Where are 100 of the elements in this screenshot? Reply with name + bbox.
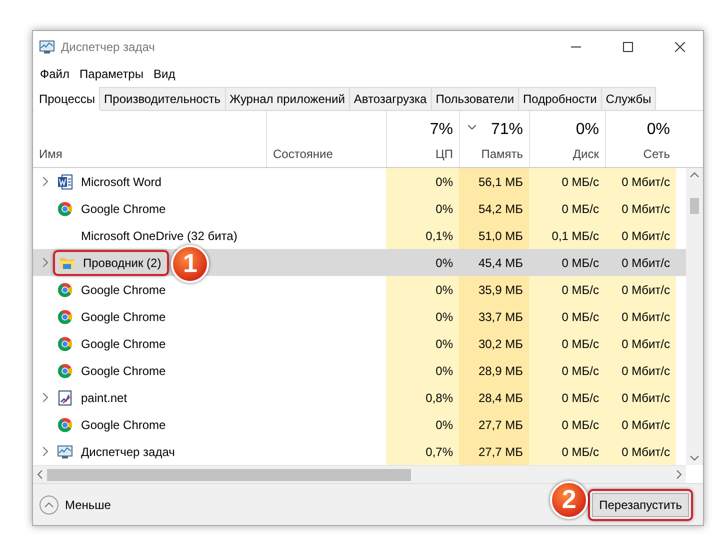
process-row[interactable]: paint.net 0,8% 28,4 МБ 0 МБ/с 0 Мбит/с	[33, 384, 686, 411]
network-cell: 0 Мбит/с	[605, 303, 676, 330]
network-cell-text: 0 Мбит/с	[620, 254, 671, 272]
tab[interactable]: Автозагрузка	[348, 87, 432, 110]
cpu-cell-text: 0%	[434, 254, 454, 272]
process-name: Microsoft Word	[81, 174, 162, 188]
column-label: Имя	[39, 147, 62, 161]
expand-chevron-icon[interactable]	[42, 447, 48, 456]
process-name: Google Chrome	[81, 364, 166, 378]
browser-icon	[57, 308, 73, 324]
network-cell: 0 Мбит/с	[605, 222, 676, 249]
monitor-icon	[39, 39, 55, 55]
column-header[interactable]: 71% Память	[459, 111, 529, 167]
cpu-cell: 0%	[386, 357, 459, 384]
network-cell: 0 Мбит/с	[605, 168, 676, 195]
process-name: paint.net	[81, 390, 128, 404]
network-cell: 0 Мбит/с	[605, 195, 676, 222]
column-summary: 0%	[576, 121, 599, 139]
browser-icon	[57, 200, 73, 216]
network-cell: 0 Мбит/с	[605, 411, 676, 438]
tab[interactable]: Производительность	[99, 87, 226, 110]
window-title: Диспетчер задач	[61, 40, 156, 54]
scroll-right-icon[interactable]	[676, 470, 682, 479]
disk-cell: 0,1 МБ/с	[529, 222, 605, 249]
disk-cell: 0 МБ/с	[529, 438, 605, 465]
scroll-down-icon[interactable]	[690, 455, 699, 461]
disk-cell: 0 МБ/с	[529, 357, 605, 384]
memory-cell: 28,4 МБ	[459, 384, 529, 411]
disk-cell: 0 МБ/с	[529, 384, 605, 411]
menu-item[interactable]: Файл	[35, 67, 75, 81]
horizontal-scrollbar[interactable]	[33, 465, 686, 483]
cpu-cell: 0%	[386, 276, 459, 303]
tab[interactable]: Подробности	[518, 87, 602, 110]
scroll-up-icon[interactable]	[690, 172, 699, 178]
process-row[interactable]: Google Chrome 0% 28,9 МБ 0 МБ/с 0 Мбит/с	[33, 357, 686, 384]
browser-icon	[57, 362, 73, 378]
expand-chevron-icon[interactable]	[42, 393, 48, 402]
column-summary: 0%	[646, 121, 670, 139]
column-summary: 71%	[490, 121, 523, 139]
memory-cell: 35,9 МБ	[459, 276, 529, 303]
column-summary: 7%	[430, 121, 453, 139]
memory-cell: 27,7 МБ	[459, 411, 529, 438]
cpu-cell: 0,1%	[386, 222, 459, 249]
network-cell: 0 Мбит/с	[605, 357, 676, 384]
column-header[interactable]: Состояние	[266, 111, 386, 167]
monitor-icon	[57, 444, 73, 460]
network-cell: 0 Мбит/с	[605, 384, 676, 411]
memory-cell: 30,2 МБ	[459, 330, 529, 357]
cpu-cell: 0,8%	[386, 384, 459, 411]
browser-icon	[57, 282, 73, 298]
fewer-details-button[interactable]: Меньше	[39, 494, 111, 514]
process-name: Google Chrome	[81, 418, 166, 432]
process-name: Диспетчер задач	[81, 444, 175, 458]
cpu-cell: 0%	[386, 330, 459, 357]
process-name: Microsoft OneDrive (32 бита)	[81, 228, 238, 242]
memory-cell: 56,1 МБ	[459, 168, 529, 195]
tab[interactable]: Пользователи	[430, 87, 520, 110]
menu-item[interactable]: Параметры	[74, 67, 148, 81]
process-name: Google Chrome	[81, 282, 166, 296]
process-row[interactable]: Google Chrome 0% 27,7 МБ 0 МБ/с 0 Мбит/с	[33, 411, 686, 438]
process-row[interactable]: Диспетчер задач 0,7% 27,7 МБ 0 МБ/с 0 Мбит/с	[33, 438, 686, 465]
scroll-thumb[interactable]	[690, 198, 699, 214]
memory-cell: 54,2 МБ	[459, 195, 529, 222]
expand-chevron-icon[interactable]	[42, 258, 48, 267]
close-icon	[675, 42, 685, 52]
tab[interactable]: Журнал приложений	[224, 87, 350, 110]
process-row[interactable]: Google Chrome 0% 30,2 МБ 0 МБ/с 0 Мбит/с	[33, 330, 686, 357]
browser-icon	[57, 336, 73, 352]
memory-cell: 33,7 МБ	[459, 303, 529, 330]
column-header[interactable]: Имя	[33, 111, 266, 167]
disk-cell: 0 МБ/с	[529, 276, 605, 303]
process-row[interactable]: Google Chrome 0% 54,2 МБ 0 МБ/с 0 Мбит/с	[33, 195, 686, 222]
scroll-left-icon[interactable]	[37, 470, 43, 479]
network-cell: 0 Мбит/с	[605, 438, 676, 465]
expand-chevron-icon[interactable]	[42, 177, 48, 186]
column-label: Состояние	[273, 147, 333, 161]
process-name: Google Chrome	[81, 336, 166, 350]
cpu-cell: 0,7%	[386, 438, 459, 465]
process-row[interactable]: Microsoft Word 0% 56,1 МБ 0 МБ/с 0 Мбит/с	[33, 168, 686, 195]
column-header[interactable]: 0% Диск	[529, 111, 605, 167]
scroll-thumb[interactable]	[47, 468, 411, 480]
network-cell: 0 Мбит/с	[605, 276, 676, 303]
cpu-cell: 0%	[386, 303, 459, 330]
process-row[interactable]: Google Chrome 0% 33,7 МБ 0 МБ/с 0 Мбит/с	[33, 303, 686, 330]
column-label: ЦП	[435, 147, 453, 161]
callout-badge: 2	[550, 480, 588, 518]
disk-cell: 0 МБ/с	[529, 168, 605, 195]
process-name: Google Chrome	[81, 310, 166, 324]
column-header[interactable]: 7% ЦП	[386, 111, 459, 167]
column-label: Память	[481, 147, 523, 161]
process-name: Проводник (2)	[83, 256, 162, 270]
column-label: Сеть	[643, 147, 670, 161]
disk-cell: 0 МБ/с	[529, 303, 605, 330]
vertical-scrollbar[interactable]	[686, 168, 703, 465]
restart-button[interactable]: Перезапустить	[592, 492, 689, 516]
chevron-up-circle-icon	[39, 494, 59, 514]
column-header[interactable]: 0% Сеть	[605, 111, 676, 167]
tab[interactable]: Службы	[600, 87, 656, 110]
menu-item[interactable]: Вид	[148, 67, 180, 81]
picture-icon	[57, 390, 73, 406]
